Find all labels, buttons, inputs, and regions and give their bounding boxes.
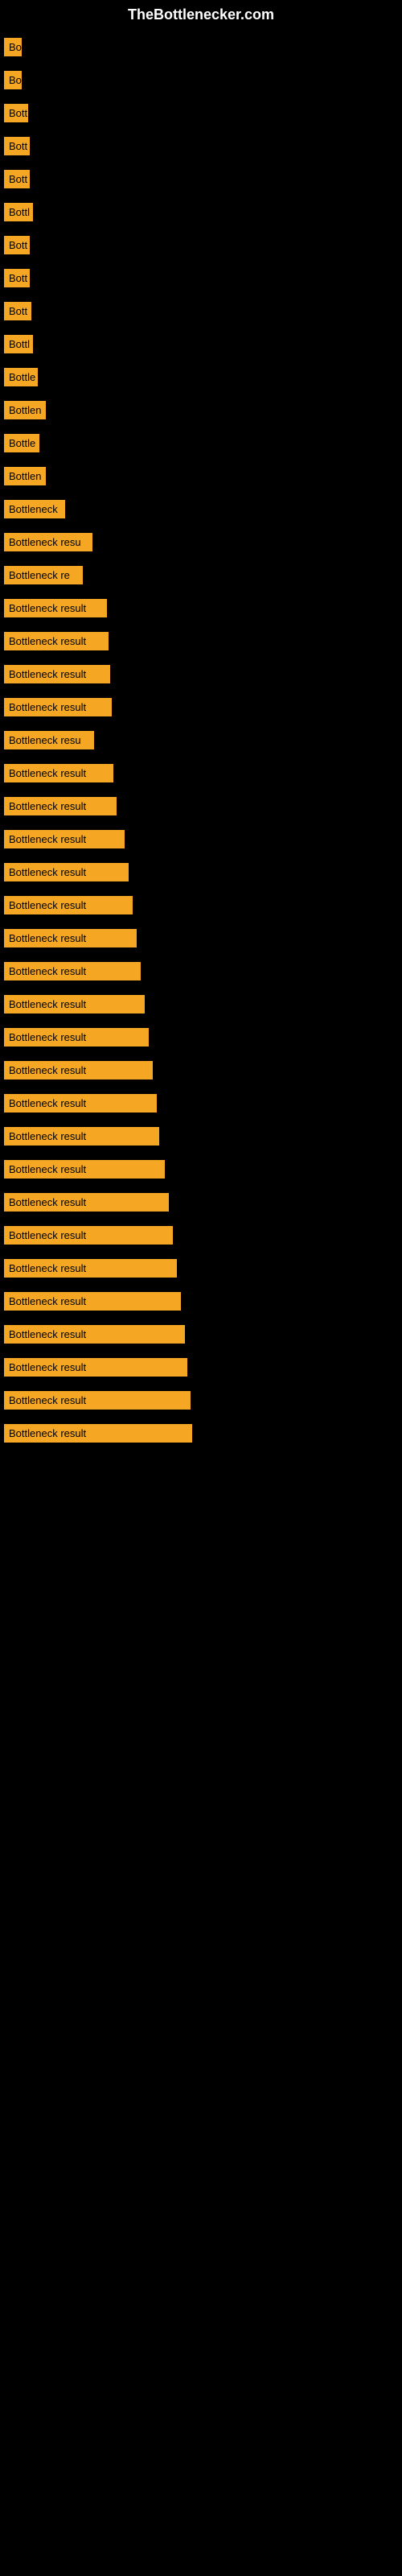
list-item: Bottlen bbox=[4, 401, 398, 419]
list-item: Bottle bbox=[4, 434, 398, 452]
bottleneck-label: Bottleneck result bbox=[4, 896, 133, 914]
bottleneck-label: Bott bbox=[4, 302, 31, 320]
list-item: Bottleneck result bbox=[4, 896, 398, 914]
list-item: Bottleneck result bbox=[4, 962, 398, 980]
bottleneck-label: Bott bbox=[4, 170, 30, 188]
list-item: Bott bbox=[4, 236, 398, 254]
list-item: Bottleneck result bbox=[4, 1292, 398, 1311]
bottleneck-label: Bottleneck resu bbox=[4, 731, 94, 749]
bottleneck-label: Bottleneck result bbox=[4, 1061, 153, 1080]
list-item: Bott bbox=[4, 269, 398, 287]
bottleneck-label: Bottleneck result bbox=[4, 599, 107, 617]
bottleneck-label: Bottl bbox=[4, 203, 33, 221]
items-container: Bo Bo Bott Bott Bott Bottl Bott Bott Bott Bottl Bo… bbox=[0, 30, 402, 1465]
list-item: Bottleneck bbox=[4, 500, 398, 518]
bottleneck-label: Bottleneck result bbox=[4, 1226, 173, 1245]
bottleneck-label: Bottleneck result bbox=[4, 1292, 181, 1311]
list-item: Bottleneck result bbox=[4, 1259, 398, 1278]
bottleneck-label: Bottleneck re bbox=[4, 566, 83, 584]
bottleneck-label: Bottle bbox=[4, 434, 39, 452]
bottleneck-label: Bottleneck result bbox=[4, 764, 113, 782]
list-item: Bottleneck result bbox=[4, 830, 398, 848]
list-item: Bottleneck result bbox=[4, 1226, 398, 1245]
list-item: Bottleneck result bbox=[4, 1094, 398, 1113]
bottleneck-label: Bott bbox=[4, 137, 30, 155]
list-item: Bottl bbox=[4, 203, 398, 221]
list-item: Bottleneck result bbox=[4, 995, 398, 1013]
bottleneck-label: Bottleneck result bbox=[4, 1259, 177, 1278]
list-item: Bottleneck result bbox=[4, 1028, 398, 1046]
bottleneck-label: Bott bbox=[4, 104, 28, 122]
bottleneck-label: Bottlen bbox=[4, 467, 46, 485]
bottleneck-label: Bottleneck bbox=[4, 500, 65, 518]
list-item: Bottleneck result bbox=[4, 698, 398, 716]
list-item: Bottleneck resu bbox=[4, 533, 398, 551]
list-item: Bott bbox=[4, 104, 398, 122]
list-item: Bottleneck result bbox=[4, 929, 398, 947]
bottleneck-label: Bottleneck result bbox=[4, 1127, 159, 1146]
list-item: Bo bbox=[4, 38, 398, 56]
list-item: Bottleneck result bbox=[4, 863, 398, 881]
bottleneck-label: Bottleneck result bbox=[4, 1160, 165, 1179]
bottleneck-label: Bottle bbox=[4, 368, 38, 386]
bottleneck-label: Bottlen bbox=[4, 401, 46, 419]
list-item: Bottleneck result bbox=[4, 1358, 398, 1377]
list-item: Bottle bbox=[4, 368, 398, 386]
list-item: Bott bbox=[4, 170, 398, 188]
list-item: Bottleneck result bbox=[4, 599, 398, 617]
bottleneck-label: Bottleneck result bbox=[4, 1358, 187, 1377]
bottleneck-label: Bo bbox=[4, 38, 22, 56]
bottleneck-label: Bottleneck result bbox=[4, 1424, 192, 1443]
bottleneck-label: Bottleneck result bbox=[4, 797, 117, 815]
list-item: Bo bbox=[4, 71, 398, 89]
bottleneck-label: Bottleneck result bbox=[4, 1193, 169, 1212]
list-item: Bottleneck result bbox=[4, 665, 398, 683]
list-item: Bottleneck result bbox=[4, 1424, 398, 1443]
list-item: Bott bbox=[4, 137, 398, 155]
list-item: Bottleneck result bbox=[4, 1160, 398, 1179]
list-item: Bottleneck result bbox=[4, 1061, 398, 1080]
bottleneck-label: Bottleneck result bbox=[4, 962, 141, 980]
bottleneck-label: Bottleneck result bbox=[4, 863, 129, 881]
list-item: Bottleneck result bbox=[4, 1127, 398, 1146]
list-item: Bottleneck result bbox=[4, 632, 398, 650]
list-item: Bottl bbox=[4, 335, 398, 353]
bottleneck-label: Bottleneck result bbox=[4, 995, 145, 1013]
bottleneck-label: Bottleneck resu bbox=[4, 533, 92, 551]
bottleneck-label: Bottleneck result bbox=[4, 830, 125, 848]
list-item: Bottleneck resu bbox=[4, 731, 398, 749]
bottleneck-label: Bottleneck result bbox=[4, 1028, 149, 1046]
list-item: Bottleneck result bbox=[4, 1193, 398, 1212]
bottleneck-label: Bottleneck result bbox=[4, 698, 112, 716]
bottleneck-label: Bott bbox=[4, 269, 30, 287]
bottleneck-label: Bottl bbox=[4, 335, 33, 353]
bottleneck-label: Bottleneck result bbox=[4, 1325, 185, 1344]
list-item: Bottleneck result bbox=[4, 1325, 398, 1344]
bottleneck-label: Bottleneck result bbox=[4, 1391, 191, 1410]
list-item: Bottleneck re bbox=[4, 566, 398, 584]
list-item: Bottleneck result bbox=[4, 797, 398, 815]
site-title: TheBottlenecker.com bbox=[0, 0, 402, 30]
list-item: Bott bbox=[4, 302, 398, 320]
bottleneck-label: Bo bbox=[4, 71, 22, 89]
list-item: Bottlen bbox=[4, 467, 398, 485]
bottleneck-label: Bottleneck result bbox=[4, 665, 110, 683]
bottleneck-label: Bott bbox=[4, 236, 30, 254]
list-item: Bottleneck result bbox=[4, 764, 398, 782]
list-item: Bottleneck result bbox=[4, 1391, 398, 1410]
bottleneck-label: Bottleneck result bbox=[4, 1094, 157, 1113]
bottleneck-label: Bottleneck result bbox=[4, 929, 137, 947]
bottleneck-label: Bottleneck result bbox=[4, 632, 109, 650]
